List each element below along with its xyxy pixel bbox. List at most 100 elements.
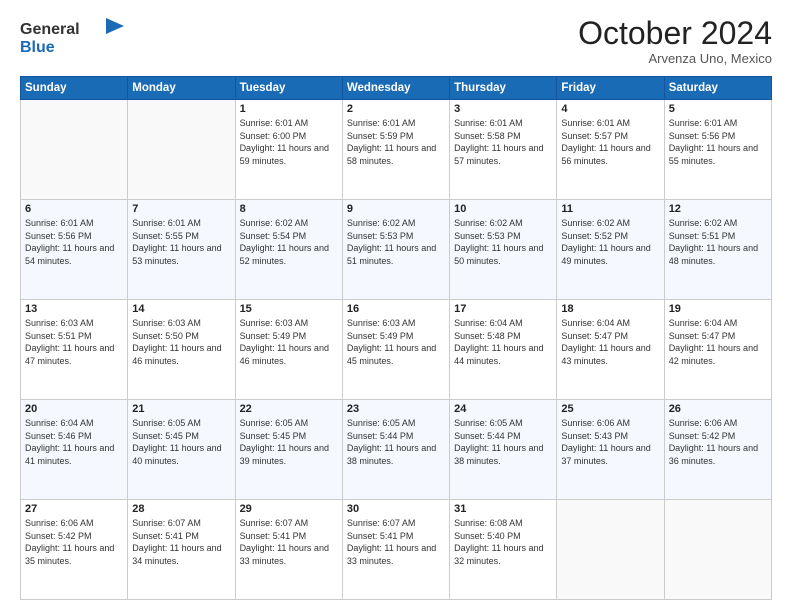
day-number: 25 (561, 403, 659, 415)
day-number: 18 (561, 303, 659, 315)
day-number: 21 (132, 403, 230, 415)
logo-svg: General Blue (20, 16, 130, 60)
table-cell: 26 Sunrise: 6:06 AMSunset: 5:42 PMDayligh… (664, 400, 771, 500)
calendar-week-1: 1Sunrise: 6:01 AMSunset: 6:00 PMDaylight… (21, 100, 772, 200)
table-cell: 3 Sunrise: 6:01 AMSunset: 5:58 PMDaylight… (450, 100, 557, 200)
table-cell: 5 Sunrise: 6:01 AMSunset: 5:56 PMDaylight… (664, 100, 771, 200)
table-cell: 12 Sunrise: 6:02 AMSunset: 5:51 PMDayligh… (664, 200, 771, 300)
svg-text:Blue: Blue (20, 39, 55, 56)
day-number: 27 (25, 503, 123, 515)
day-number: 8 (240, 203, 338, 215)
table-cell (21, 100, 128, 200)
table-cell: 14 Sunrise: 6:03 AMSunset: 5:50 PMDayligh… (128, 300, 235, 400)
day-number: 23 (347, 403, 445, 415)
table-cell: 19 Sunrise: 6:04 AMSunset: 5:47 PMDayligh… (664, 300, 771, 400)
day-info: Sunrise: 6:05 AMSunset: 5:44 PMDaylight:… (347, 417, 445, 467)
day-number: 17 (454, 303, 552, 315)
day-number: 7 (132, 203, 230, 215)
table-cell: 13Sunrise: 6:03 AMSunset: 5:51 PMDayligh… (21, 300, 128, 400)
day-info: Sunrise: 6:01 AMSunset: 5:55 PMDaylight:… (132, 217, 230, 267)
day-number: 22 (240, 403, 338, 415)
table-cell: 16 Sunrise: 6:03 AMSunset: 5:49 PMDayligh… (342, 300, 449, 400)
table-cell: 23 Sunrise: 6:05 AMSunset: 5:44 PMDayligh… (342, 400, 449, 500)
day-info: Sunrise: 6:01 AMSunset: 5:59 PMDaylight:… (347, 117, 445, 167)
day-info: Sunrise: 6:03 AMSunset: 5:49 PMDaylight:… (240, 317, 338, 367)
day-info: Sunrise: 6:02 AMSunset: 5:53 PMDaylight:… (454, 217, 552, 267)
col-thursday: Thursday (450, 77, 557, 100)
table-cell: 30 Sunrise: 6:07 AMSunset: 5:41 PMDayligh… (342, 500, 449, 600)
table-cell: 17Sunrise: 6:04 AMSunset: 5:48 PMDayligh… (450, 300, 557, 400)
day-info: Sunrise: 6:05 AMSunset: 5:45 PMDaylight:… (132, 417, 230, 467)
day-number: 16 (347, 303, 445, 315)
day-info: Sunrise: 6:03 AMSunset: 5:50 PMDaylight:… (132, 317, 230, 367)
calendar-week-5: 27 Sunrise: 6:06 AMSunset: 5:42 PMDayligh… (21, 500, 772, 600)
table-cell: 31 Sunrise: 6:08 AMSunset: 5:40 PMDayligh… (450, 500, 557, 600)
calendar-week-3: 13Sunrise: 6:03 AMSunset: 5:51 PMDayligh… (21, 300, 772, 400)
table-cell: 2 Sunrise: 6:01 AMSunset: 5:59 PMDaylight… (342, 100, 449, 200)
svg-text:General: General (20, 21, 80, 38)
day-info: Sunrise: 6:04 AMSunset: 5:46 PMDaylight:… (25, 417, 123, 467)
title-block: October 2024 Arvenza Uno, Mexico (578, 16, 772, 66)
day-number: 5 (669, 103, 767, 115)
day-number: 9 (347, 203, 445, 215)
table-cell: 18 Sunrise: 6:04 AMSunset: 5:47 PMDayligh… (557, 300, 664, 400)
day-info: Sunrise: 6:06 AMSunset: 5:43 PMDaylight:… (561, 417, 659, 467)
day-number: 14 (132, 303, 230, 315)
table-cell: 4 Sunrise: 6:01 AMSunset: 5:57 PMDaylight… (557, 100, 664, 200)
day-number: 20 (25, 403, 123, 415)
col-monday: Monday (128, 77, 235, 100)
table-cell: 28 Sunrise: 6:07 AMSunset: 5:41 PMDayligh… (128, 500, 235, 600)
table-cell: 10 Sunrise: 6:02 AMSunset: 5:53 PMDayligh… (450, 200, 557, 300)
day-info: Sunrise: 6:01 AMSunset: 5:57 PMDaylight:… (561, 117, 659, 167)
table-cell: 15 Sunrise: 6:03 AMSunset: 5:49 PMDayligh… (235, 300, 342, 400)
page: General Blue October 2024 Arvenza Uno, M… (0, 0, 792, 612)
day-info: Sunrise: 6:03 AMSunset: 5:49 PMDaylight:… (347, 317, 445, 367)
day-info: Sunrise: 6:06 AMSunset: 5:42 PMDaylight:… (669, 417, 767, 467)
day-info: Sunrise: 6:03 AMSunset: 5:51 PMDaylight:… (25, 317, 123, 367)
day-info: Sunrise: 6:08 AMSunset: 5:40 PMDaylight:… (454, 517, 552, 567)
day-info: Sunrise: 6:06 AMSunset: 5:42 PMDaylight:… (25, 517, 123, 567)
day-info: Sunrise: 6:01 AMSunset: 5:58 PMDaylight:… (454, 117, 552, 167)
table-cell: 27 Sunrise: 6:06 AMSunset: 5:42 PMDayligh… (21, 500, 128, 600)
day-number: 28 (132, 503, 230, 515)
day-number: 3 (454, 103, 552, 115)
col-tuesday: Tuesday (235, 77, 342, 100)
table-cell (664, 500, 771, 600)
table-cell: 8 Sunrise: 6:02 AMSunset: 5:54 PMDaylight… (235, 200, 342, 300)
col-friday: Friday (557, 77, 664, 100)
logo: General Blue (20, 16, 130, 65)
table-cell: 1Sunrise: 6:01 AMSunset: 6:00 PMDaylight… (235, 100, 342, 200)
table-cell: 20 Sunrise: 6:04 AMSunset: 5:46 PMDayligh… (21, 400, 128, 500)
day-info: Sunrise: 6:01 AMSunset: 5:56 PMDaylight:… (669, 117, 767, 167)
table-cell: 21 Sunrise: 6:05 AMSunset: 5:45 PMDayligh… (128, 400, 235, 500)
day-info: Sunrise: 6:07 AMSunset: 5:41 PMDaylight:… (347, 517, 445, 567)
day-number: 26 (669, 403, 767, 415)
day-number: 10 (454, 203, 552, 215)
table-cell: 9Sunrise: 6:02 AMSunset: 5:53 PMDaylight… (342, 200, 449, 300)
day-number: 2 (347, 103, 445, 115)
table-cell: 6Sunrise: 6:01 AMSunset: 5:56 PMDaylight… (21, 200, 128, 300)
day-number: 12 (669, 203, 767, 215)
day-number: 4 (561, 103, 659, 115)
calendar-table: Sunday Monday Tuesday Wednesday Thursday… (20, 76, 772, 600)
location: Arvenza Uno, Mexico (578, 51, 772, 66)
logo-content: General Blue (20, 16, 130, 65)
day-info: Sunrise: 6:02 AMSunset: 5:54 PMDaylight:… (240, 217, 338, 267)
day-info: Sunrise: 6:07 AMSunset: 5:41 PMDaylight:… (132, 517, 230, 567)
day-number: 30 (347, 503, 445, 515)
table-cell: 25 Sunrise: 6:06 AMSunset: 5:43 PMDayligh… (557, 400, 664, 500)
day-number: 31 (454, 503, 552, 515)
day-number: 15 (240, 303, 338, 315)
calendar-header-row: Sunday Monday Tuesday Wednesday Thursday… (21, 77, 772, 100)
day-number: 19 (669, 303, 767, 315)
day-number: 11 (561, 203, 659, 215)
col-sunday: Sunday (21, 77, 128, 100)
day-info: Sunrise: 6:04 AMSunset: 5:47 PMDaylight:… (561, 317, 659, 367)
day-number: 29 (240, 503, 338, 515)
col-wednesday: Wednesday (342, 77, 449, 100)
day-info: Sunrise: 6:02 AMSunset: 5:51 PMDaylight:… (669, 217, 767, 267)
day-info: Sunrise: 6:01 AMSunset: 6:00 PMDaylight:… (240, 117, 338, 167)
day-info: Sunrise: 6:04 AMSunset: 5:47 PMDaylight:… (669, 317, 767, 367)
day-info: Sunrise: 6:07 AMSunset: 5:41 PMDaylight:… (240, 517, 338, 567)
table-cell: 7 Sunrise: 6:01 AMSunset: 5:55 PMDaylight… (128, 200, 235, 300)
